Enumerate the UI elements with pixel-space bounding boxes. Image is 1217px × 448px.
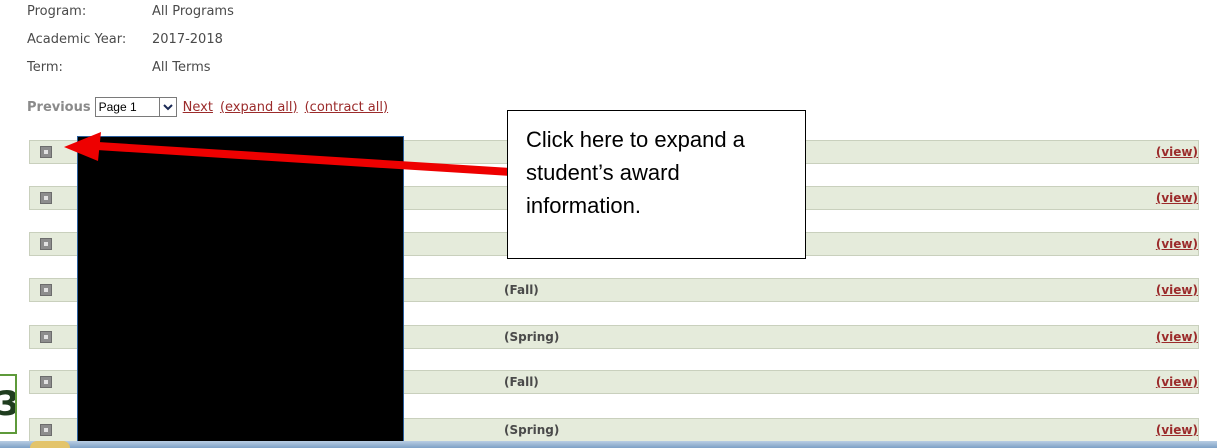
chevron-down-icon[interactable]	[158, 98, 176, 116]
view-link[interactable]: (view)	[1156, 237, 1198, 251]
row-term: (Spring)	[504, 423, 560, 437]
view-link[interactable]: (view)	[1156, 145, 1198, 159]
term-value: All Terms	[152, 60, 211, 75]
previous-link[interactable]: Previous	[27, 100, 91, 115]
taskbar	[0, 441, 1217, 448]
expand-icon[interactable]	[40, 284, 52, 296]
page-select[interactable]: Page 1	[94, 97, 177, 117]
contract-all-link[interactable]: (contract all)	[305, 100, 388, 115]
redaction-box	[77, 136, 404, 448]
edge-fragment: 3	[0, 374, 17, 434]
page-select-value: Page 1	[98, 100, 137, 114]
view-link[interactable]: (view)	[1156, 375, 1198, 389]
view-link[interactable]: (view)	[1156, 330, 1198, 344]
view-link[interactable]: (view)	[1156, 191, 1198, 205]
expand-icon[interactable]	[40, 146, 52, 158]
expand-all-link[interactable]: (expand all)	[220, 100, 298, 115]
view-link[interactable]: (view)	[1156, 423, 1198, 437]
program-value: All Programs	[152, 4, 234, 19]
row-term: (Fall)	[504, 375, 539, 389]
academic-year-value: 2017-2018	[152, 32, 223, 47]
expand-icon[interactable]	[40, 424, 52, 436]
start-button[interactable]	[30, 441, 70, 448]
expand-icon[interactable]	[40, 331, 52, 343]
expand-icon[interactable]	[40, 238, 52, 250]
pager: Previous Page 1 Next (expand all) (contr…	[27, 96, 395, 118]
academic-year-label: Academic Year:	[27, 32, 127, 47]
row-term: (Spring)	[504, 330, 560, 344]
term-label: Term:	[27, 60, 63, 75]
program-label: Program:	[27, 4, 87, 19]
expand-icon[interactable]	[40, 376, 52, 388]
row-term: (Fall)	[504, 283, 539, 297]
view-link[interactable]: (view)	[1156, 283, 1198, 297]
annotation-callout: Click here to expand a student’s award i…	[507, 110, 806, 259]
expand-icon[interactable]	[40, 192, 52, 204]
next-link[interactable]: Next	[183, 100, 213, 115]
